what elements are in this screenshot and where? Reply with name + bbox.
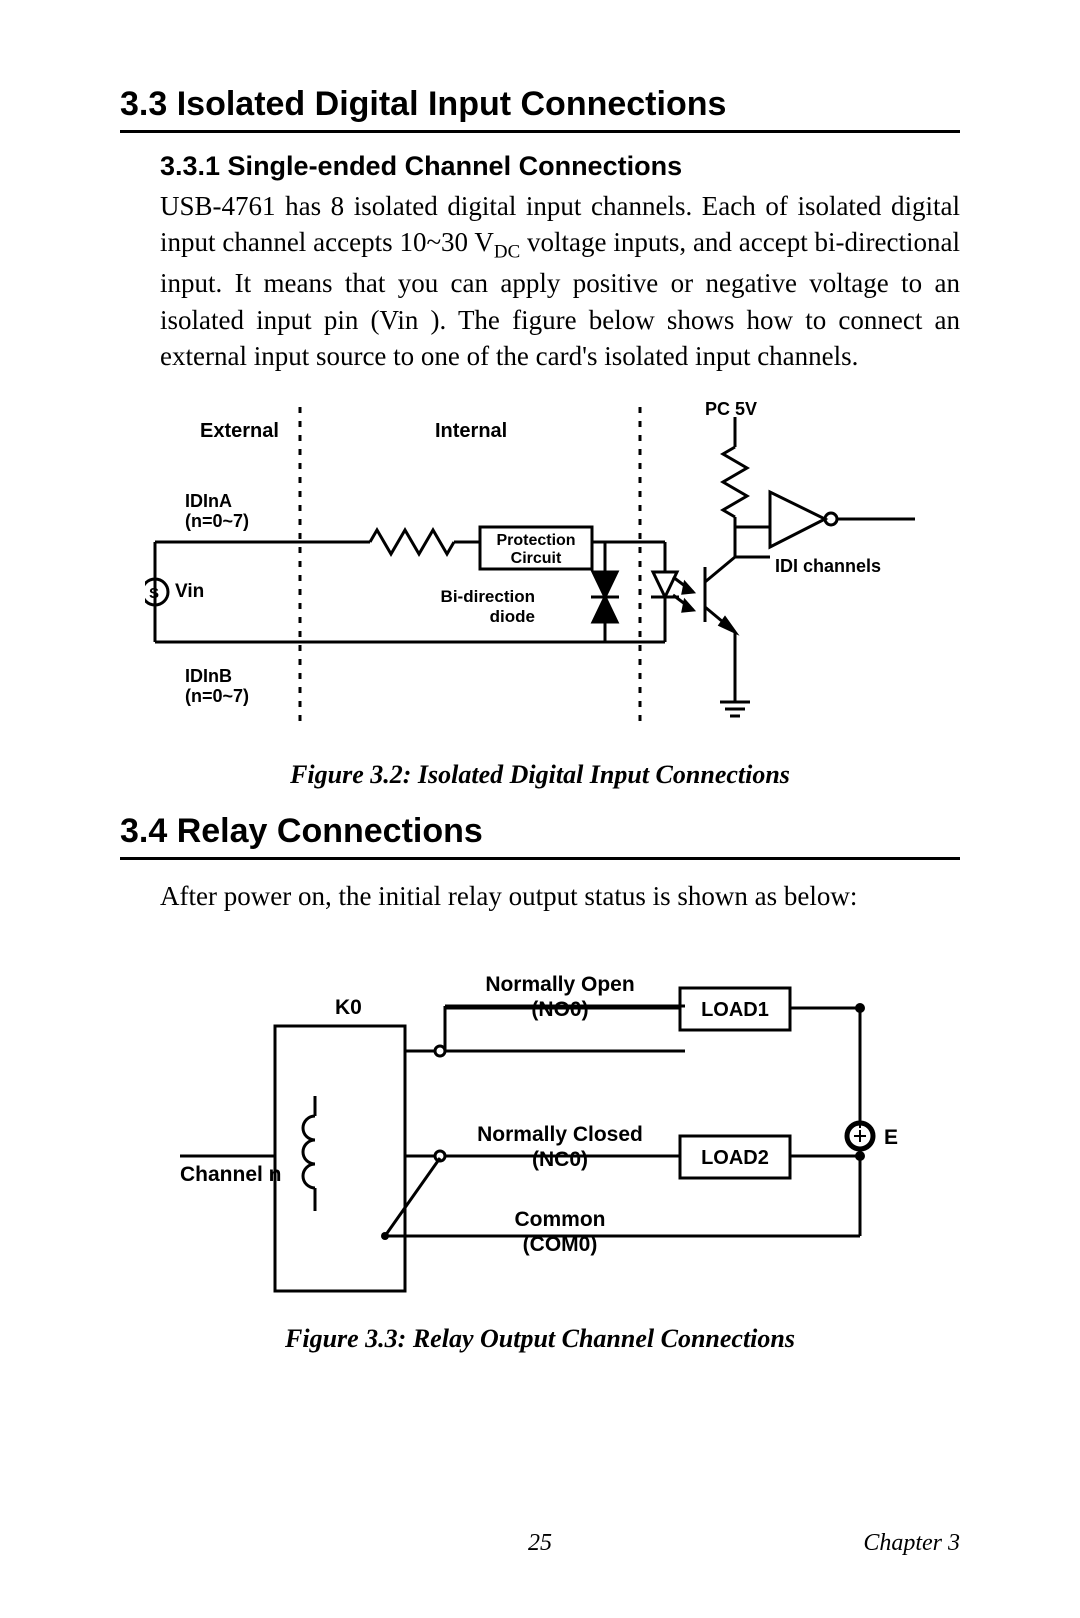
svg-text:External: External	[200, 420, 279, 442]
svg-text:PC 5V: PC 5V	[705, 399, 757, 419]
section-3-3-1-paragraph: USB-4761 has 8 isolated digital input ch…	[120, 188, 960, 375]
svg-text:LOAD1: LOAD1	[701, 999, 769, 1021]
svg-text:Normally Closed: Normally Closed	[477, 1123, 643, 1146]
chapter-label: Chapter 3	[863, 1530, 960, 1557]
svg-text:Circuit: Circuit	[511, 550, 562, 567]
svg-text:(n=0~7): (n=0~7)	[185, 511, 249, 531]
svg-text:diode: diode	[490, 607, 535, 626]
svg-text:(NO0): (NO0)	[531, 998, 588, 1021]
svg-text:(n=0~7): (n=0~7)	[185, 686, 249, 706]
page-number: 25	[528, 1530, 552, 1557]
section-3-3-heading: 3.3 Isolated Digital Input Connections	[120, 85, 960, 133]
svg-text:IDInB: IDInB	[185, 666, 232, 686]
svg-text:Internal: Internal	[435, 420, 507, 442]
svg-text:S: S	[149, 585, 159, 602]
svg-text:(COM0): (COM0)	[523, 1233, 598, 1256]
svg-text:LOAD2: LOAD2	[701, 1147, 769, 1169]
svg-text:Normally Open: Normally Open	[485, 973, 634, 996]
figure-3-3-diagram: Normally Open (NO0) LOAD1 K0 Channel n N…	[160, 936, 920, 1306]
figure-3-3-caption: Figure 3.3: Relay Output Channel Connect…	[120, 1324, 960, 1354]
svg-text:Bi-direction: Bi-direction	[441, 587, 535, 606]
svg-text:(NC0): (NC0)	[532, 1148, 588, 1171]
svg-text:E: E	[884, 1126, 898, 1149]
section-3-4-paragraph: After power on, the initial relay output…	[120, 878, 960, 914]
section-3-3-1-heading: 3.3.1 Single-ended Channel Connections	[120, 151, 960, 182]
svg-text:Protection: Protection	[496, 532, 575, 549]
svg-text:Vin: Vin	[175, 581, 204, 602]
svg-text:IDI channels: IDI channels	[775, 556, 881, 576]
svg-text:IDInA: IDInA	[185, 491, 232, 511]
figure-3-2-caption: Figure 3.2: Isolated Digital Input Conne…	[120, 760, 960, 790]
svg-text:K0: K0	[335, 996, 362, 1019]
svg-text:Common: Common	[515, 1208, 606, 1231]
section-3-4-heading: 3.4 Relay Connections	[120, 812, 960, 860]
figure-3-2-diagram: External Internal PC 5V IDInA (n=0~7) Vi…	[145, 397, 935, 742]
svg-text:Channel n: Channel n	[180, 1163, 282, 1186]
